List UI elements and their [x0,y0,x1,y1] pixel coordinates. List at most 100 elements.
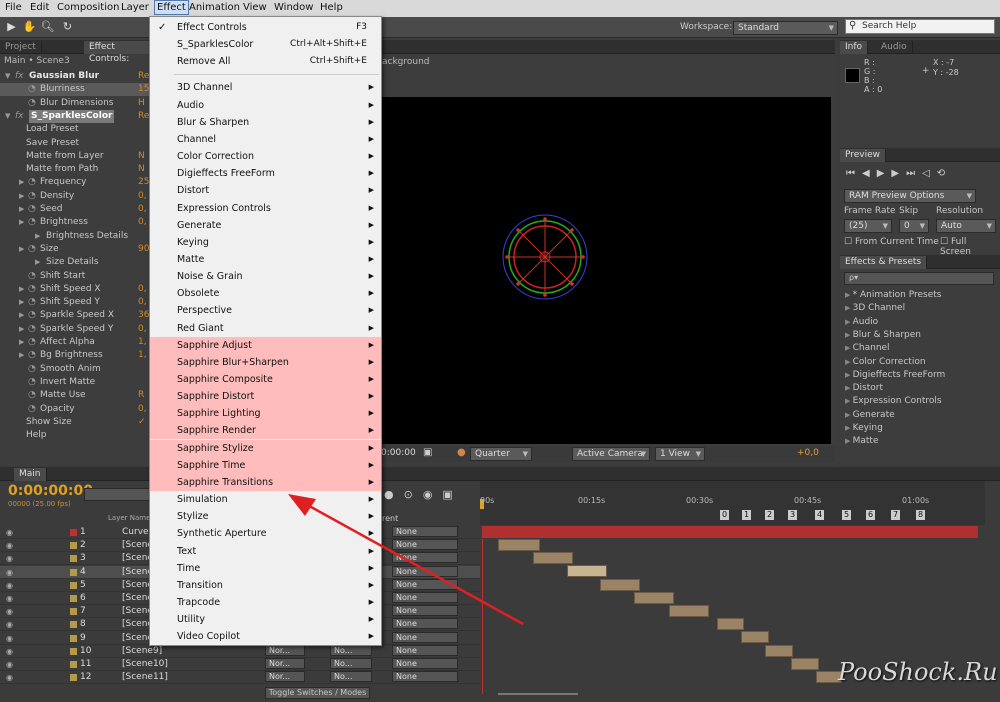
label-color-swatch[interactable] [70,595,77,602]
menu-view[interactable]: View [243,2,267,13]
menu-item-color-correction[interactable]: Color Correction ▶ [150,148,381,165]
camera-select[interactable]: Active Camera [572,447,650,461]
hand-tool-icon[interactable]: ✋ [22,20,37,34]
twirl-icon[interactable]: ▶ [19,190,24,203]
from-current-checkbox[interactable]: ☐ From Current Time [844,237,939,247]
effects-category-item[interactable]: ▶ * Animation Presets [845,289,941,302]
stopwatch-icon[interactable]: ◔ [28,83,36,96]
menu-item-perspective[interactable]: Perspective ▶ [150,302,381,319]
menu-animation[interactable]: Animation [189,2,240,13]
property-value[interactable]: 0, [138,296,147,309]
comp-marker[interactable]: 1 [742,510,752,520]
layer-duration-bar[interactable] [600,578,640,591]
property-value[interactable]: 0, [138,203,147,216]
tab-info[interactable]: Info [840,41,869,54]
parent-select[interactable]: None [392,631,458,643]
effect-property-row[interactable]: ▶ ◔ Affect Alpha 1, [0,336,150,349]
frame-rate-select[interactable]: (25) [844,219,892,233]
menu-composition[interactable]: Composition [57,2,119,13]
twirl-icon[interactable]: ▶ [19,349,24,362]
expand-arrow-icon[interactable]: ▶ [845,371,853,379]
property-value[interactable]: Re [138,110,149,123]
menu-file[interactable]: File [5,2,22,13]
comp-marker[interactable]: 3 [788,510,798,520]
stopwatch-icon[interactable]: ◔ [28,243,36,256]
eye-icon[interactable]: ◉ [6,566,13,579]
eye-icon[interactable]: ◉ [6,526,13,539]
exposure-value[interactable]: +0,0 [797,448,819,458]
expand-arrow-icon[interactable]: ▶ [845,358,853,366]
expand-arrow-icon[interactable]: ▶ [845,331,853,339]
effect-property-row[interactable]: ▼ fx S_SparklesColor Re [0,109,150,123]
label-color-swatch[interactable] [70,555,77,563]
label-color-swatch[interactable] [70,581,77,589]
menu-item-3d-channel[interactable]: 3D Channel ▶ [150,79,381,96]
blend-mode-select[interactable]: Nor... [265,671,305,683]
menu-item-remove-all[interactable]: Remove All Ctrl+Shift+E [150,53,381,70]
property-value[interactable]: 1, [138,336,147,349]
label-color-swatch[interactable] [70,647,77,655]
menu-item-sapphire-render[interactable]: Sapphire Render ▶ [150,422,381,440]
eye-icon[interactable]: ◉ [6,592,13,605]
comp-marker[interactable]: 4 [815,510,825,520]
layer-duration-bar[interactable] [567,565,607,578]
tab-main[interactable]: Main [14,468,47,481]
tab-preview[interactable]: Preview [840,149,887,162]
label-color-swatch[interactable] [70,542,77,550]
tab-effect-controls[interactable]: Effect Controls: [84,41,150,64]
timeline-search-input[interactable] [84,488,152,501]
comp-marker[interactable]: 5 [842,510,852,520]
menu-layer[interactable]: Layer [121,2,149,13]
stopwatch-icon[interactable]: ◔ [28,376,36,389]
eye-icon[interactable]: ◉ [6,605,13,618]
label-color-swatch[interactable] [70,674,77,682]
effects-category-item[interactable]: ▶ 3D Channel [845,302,905,315]
menu-item-digieffects-freeform[interactable]: Digieffects FreeForm ▶ [150,165,381,182]
menu-item-sapphire-distort[interactable]: Sapphire Distort ▶ [150,388,381,406]
comp-marker[interactable]: 0 [720,510,730,520]
menu-window[interactable]: Window [274,2,313,13]
stopwatch-icon[interactable]: ◔ [28,323,36,336]
stopwatch-icon[interactable]: ◔ [28,270,36,283]
layer-duration-bar[interactable] [741,631,769,644]
fx-icon[interactable]: fx [15,110,24,123]
resolution-select[interactable]: Quarter [470,447,532,461]
menu-item-expression-controls[interactable]: Expression Controls ▶ [150,200,381,217]
property-value[interactable]: N [138,163,145,176]
menu-item-s-sparklescolor[interactable]: S_SparklesColor Ctrl+Alt+Shift+E [150,36,381,53]
stopwatch-icon[interactable]: ◔ [28,403,36,416]
expand-arrow-icon[interactable]: ▶ [845,424,853,432]
menu-effect[interactable]: Effect [154,0,189,15]
twirl-icon[interactable]: ▼ [5,70,10,83]
menu-item-generate[interactable]: Generate ▶ [150,217,381,234]
comp-marker[interactable]: 2 [765,510,775,520]
menu-item-sapphire-composite[interactable]: Sapphire Composite ▶ [150,371,381,388]
workspace-select[interactable]: Standard [733,21,838,35]
transport-controls[interactable]: ⏮◀▶▶⏭◁⟲ [846,168,952,179]
effects-category-item[interactable]: ▶ Channel [845,342,890,355]
comp-marker[interactable]: 7 [891,510,901,520]
eye-icon[interactable]: ◉ [6,579,13,592]
skip-select[interactable]: 0 [899,219,929,233]
twirl-icon[interactable]: ▶ [19,176,24,189]
color-channel-icon[interactable]: ● [457,447,466,458]
effect-property-row[interactable]: ▶ ◔ Seed 0, [0,203,150,216]
twirl-icon[interactable]: ▶ [19,309,24,322]
expand-arrow-icon[interactable]: ▶ [845,304,853,312]
expand-arrow-icon[interactable]: ▶ [845,318,853,326]
effects-category-item[interactable]: ▶ Audio [845,316,878,329]
effect-property-row[interactable]: ◔ Matte Use R [0,389,150,402]
twirl-icon[interactable]: ▶ [35,256,40,269]
expand-arrow-icon[interactable]: ▶ [845,437,853,445]
blend-mode-select[interactable]: Nor... [265,658,305,669]
menu-item-audio[interactable]: Audio ▶ [150,97,381,114]
tab-effects-presets[interactable]: Effects & Presets [840,256,928,269]
timeline-layer-row[interactable]: ◉ 10 [Scene9] Nor... No... None [0,644,480,658]
fx-icon[interactable]: fx [15,70,24,83]
menu-edit[interactable]: Edit [30,2,49,13]
timeline-timecode[interactable]: 0:00:00:00 [8,483,93,499]
effects-category-item[interactable]: ▶ Generate [845,409,895,422]
effect-property-row[interactable]: ▶ ◔ Sparkle Speed X 36 [0,309,150,322]
effects-category-item[interactable]: ▶ Blur & Sharpen [845,329,921,342]
menu-item-obsolete[interactable]: Obsolete ▶ [150,285,381,302]
